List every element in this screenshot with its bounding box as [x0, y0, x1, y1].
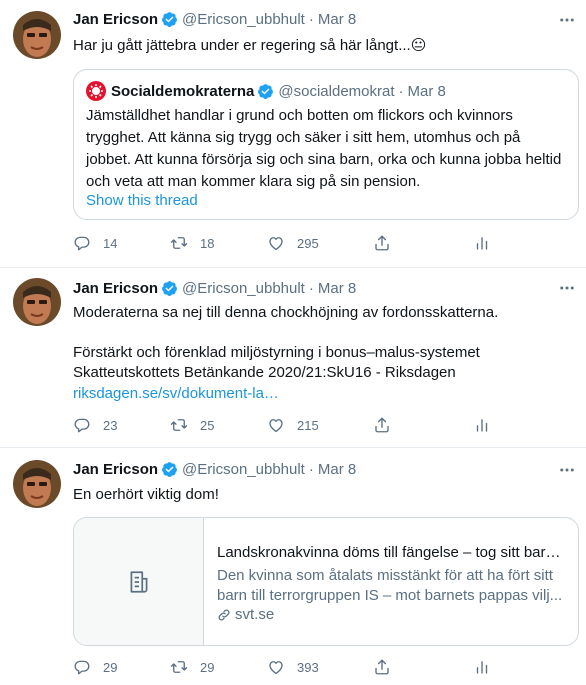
- tweet-header: Jan Ericson @Ericson_ubbhult · Mar 8: [73, 280, 356, 297]
- more-options-icon[interactable]: [557, 10, 577, 30]
- reply-icon: [73, 658, 91, 676]
- tweet-actions: 29 29 393: [73, 658, 506, 676]
- avatar-image: [13, 11, 61, 59]
- card-thumbnail: [74, 518, 204, 645]
- like-count: 295: [297, 235, 319, 251]
- like-icon: [267, 234, 285, 252]
- share-icon: [373, 658, 391, 676]
- more-options-icon[interactable]: [557, 278, 577, 298]
- reply-icon: [73, 234, 91, 252]
- socialdemokraterna-logo-icon: [86, 81, 106, 101]
- tweet-actions: 23 25 215: [73, 416, 506, 434]
- retweet-count: 29: [200, 659, 215, 675]
- like-button[interactable]: 295: [267, 234, 373, 252]
- card-domain: svt.se: [217, 606, 274, 623]
- author-handle[interactable]: @Ericson_ubbhult: [182, 11, 305, 28]
- like-count: 393: [297, 659, 319, 675]
- tweet-text: Har ju gått jättebra under er regering s…: [73, 37, 427, 54]
- like-count: 215: [297, 417, 319, 433]
- separator-dot: ·: [308, 461, 314, 478]
- retweet-icon: [170, 658, 188, 676]
- retweet-button[interactable]: 29: [170, 658, 267, 676]
- retweet-icon: [170, 416, 188, 434]
- share-button[interactable]: [373, 416, 473, 434]
- verified-icon: [161, 280, 178, 297]
- tweet-header: Jan Ericson @Ericson_ubbhult · Mar 8: [73, 461, 356, 478]
- author-name[interactable]: Jan Ericson: [73, 461, 158, 478]
- author-handle[interactable]: @Ericson_ubbhult: [182, 461, 305, 478]
- reply-count: 29: [103, 659, 118, 675]
- avatar[interactable]: [13, 278, 61, 326]
- verified-icon: [257, 83, 274, 100]
- card-domain-text: svt.se: [235, 606, 275, 623]
- quoted-tweet-text: Jämställdhet handlar i grund och botten …: [86, 107, 562, 190]
- like-button[interactable]: 215: [267, 416, 373, 434]
- tweet-link[interactable]: riksdagen.se/sv/dokument-la…: [73, 384, 572, 404]
- avatar-image: [13, 278, 61, 326]
- analytics-button[interactable]: [473, 658, 491, 676]
- share-button[interactable]: [373, 658, 473, 676]
- share-icon: [373, 416, 391, 434]
- analytics-icon: [473, 416, 491, 434]
- tweet-date[interactable]: Mar 8: [318, 461, 356, 478]
- quoted-tweet-header: Socialdemokraterna @socialdemokrat · Mar…: [86, 81, 446, 101]
- avatar-image: [13, 460, 61, 508]
- tweet[interactable]: Jan Ericson @Ericson_ubbhult · Mar 8 Mod…: [0, 268, 586, 448]
- tweet-text-line: Skatteutskottets Betänkande 2020/21:SkU1…: [73, 364, 456, 381]
- show-thread-link[interactable]: Show this thread: [86, 192, 198, 209]
- separator-dot: ·: [308, 280, 314, 297]
- analytics-button[interactable]: [473, 234, 491, 252]
- tweet-text: En oerhört viktig dom!: [73, 486, 219, 503]
- reply-button[interactable]: 29: [73, 658, 170, 676]
- tweet-date[interactable]: Mar 8: [318, 11, 356, 28]
- verified-icon: [161, 11, 178, 28]
- tweet-text-line: Moderaterna sa nej till denna chockhöjni…: [73, 304, 499, 321]
- tweet-date[interactable]: Mar 8: [318, 280, 356, 297]
- tweet[interactable]: Jan Ericson @Ericson_ubbhult · Mar 8 En …: [0, 448, 586, 685]
- retweet-button[interactable]: 25: [170, 416, 267, 434]
- tweet[interactable]: Jan Ericson @Ericson_ubbhult · Mar 8 Har…: [0, 0, 586, 268]
- retweet-count: 25: [200, 417, 215, 433]
- retweet-icon: [170, 234, 188, 252]
- tweet-header: Jan Ericson @Ericson_ubbhult · Mar 8: [73, 11, 356, 28]
- avatar[interactable]: [13, 460, 61, 508]
- card-description: Den kvinna som åtalats misstänkt för att…: [217, 567, 563, 604]
- link-preview-card[interactable]: Landskronakvinna döms till fängelse – to…: [73, 517, 579, 646]
- quoted-tweet[interactable]: Socialdemokraterna @socialdemokrat · Mar…: [73, 69, 579, 220]
- author-handle[interactable]: @Ericson_ubbhult: [182, 280, 305, 297]
- share-icon: [373, 234, 391, 252]
- tweet-text-line: Förstärkt och förenklad miljöstyrning i …: [73, 344, 480, 361]
- retweet-button[interactable]: 18: [170, 234, 267, 252]
- analytics-button[interactable]: [473, 416, 491, 434]
- card-title: Landskronakvinna döms till fängelse – to…: [217, 544, 566, 561]
- author-name[interactable]: Jan Ericson: [73, 280, 158, 297]
- analytics-icon: [473, 658, 491, 676]
- reply-button[interactable]: 14: [73, 234, 170, 252]
- link-icon: [218, 609, 230, 620]
- analytics-icon: [473, 234, 491, 252]
- more-options-icon[interactable]: [557, 460, 577, 480]
- quoted-tweet-date: Mar 8: [407, 82, 446, 100]
- share-button[interactable]: [373, 234, 473, 252]
- reply-count: 14: [103, 235, 118, 251]
- like-icon: [267, 658, 285, 676]
- verified-icon: [161, 461, 178, 478]
- quoted-author-name: Socialdemokraterna: [111, 82, 255, 100]
- quoted-author-handle: @socialdemokrat: [278, 82, 395, 100]
- like-icon: [267, 416, 285, 434]
- tweet-actions: 14 18 295: [73, 234, 506, 252]
- like-button[interactable]: 393: [267, 658, 373, 676]
- author-name[interactable]: Jan Ericson: [73, 11, 158, 28]
- reply-icon: [73, 416, 91, 434]
- separator-dot: ·: [398, 82, 404, 100]
- document-icon: [130, 570, 147, 593]
- separator-dot: ·: [308, 11, 314, 28]
- reply-button[interactable]: 23: [73, 416, 170, 434]
- avatar[interactable]: [13, 11, 61, 59]
- retweet-count: 18: [200, 235, 215, 251]
- reply-count: 23: [103, 417, 118, 433]
